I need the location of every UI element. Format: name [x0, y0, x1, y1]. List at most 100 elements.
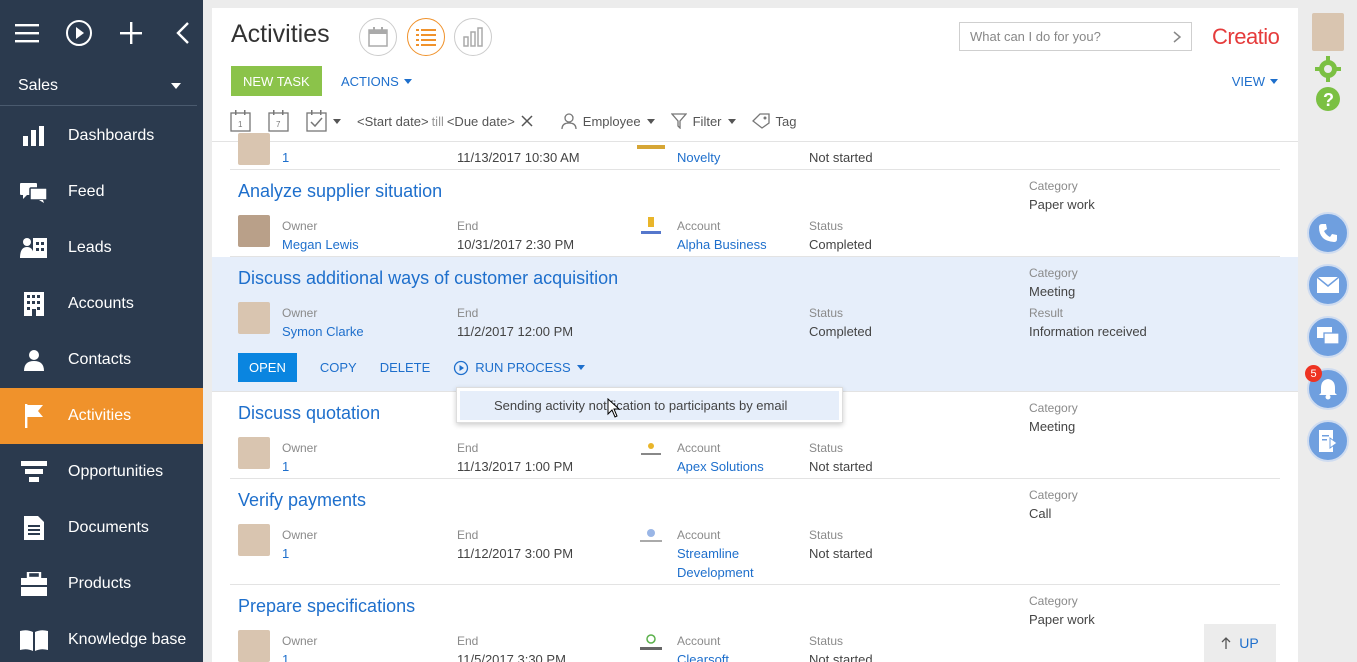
envelope-icon: [1317, 277, 1339, 293]
play-circle-icon: [454, 360, 469, 375]
result-value: Information received: [1029, 324, 1147, 339]
clear-dates-close-icon[interactable]: [521, 115, 533, 127]
activity-title[interactable]: Discuss additional ways of customer acqu…: [238, 268, 618, 289]
sidebar-item-label: Knowledge base: [68, 631, 187, 648]
funnel-icon: [670, 113, 687, 129]
sidebar-item-label: Feed: [68, 183, 105, 200]
account-value-line2[interactable]: Development: [677, 565, 754, 580]
phone-button[interactable]: [1307, 212, 1349, 254]
account-value[interactable]: Apex Solutions: [677, 459, 764, 474]
process-log-button[interactable]: [1307, 420, 1349, 462]
actions-button[interactable]: ACTIONS: [341, 66, 412, 96]
sidebar-item-knowledge-base[interactable]: Knowledge base: [0, 612, 203, 662]
svg-text:?: ?: [1323, 90, 1334, 110]
collapse-chevron-left-icon[interactable]: [168, 18, 198, 48]
owner-value[interactable]: 1: [282, 459, 289, 474]
owner-value[interactable]: Symon Clarke: [282, 324, 364, 339]
activity-title[interactable]: Verify payments: [238, 490, 366, 511]
chevron-down-icon: [403, 78, 412, 84]
account-value[interactable]: Novelty: [677, 150, 720, 165]
category-value: Meeting: [1029, 419, 1076, 434]
workspace-selector[interactable]: Sales: [0, 66, 197, 106]
week-filter-button[interactable]: 7: [268, 110, 290, 132]
sidebar-item-activities[interactable]: Activities: [0, 388, 203, 444]
activity-title[interactable]: Discuss quotation: [238, 403, 380, 424]
email-button[interactable]: [1307, 264, 1349, 306]
tag-button[interactable]: Tag: [751, 113, 796, 129]
account-value[interactable]: Clearsoft: [677, 652, 729, 662]
account-value[interactable]: Streamline: [677, 546, 739, 561]
category-label: Category: [1029, 488, 1078, 502]
sidebar-item-accounts[interactable]: Accounts: [0, 276, 203, 332]
arrow-up-icon: [1221, 637, 1231, 649]
documents-icon: [20, 515, 48, 541]
communication-panel: ? 5: [1300, 0, 1357, 662]
account-value[interactable]: Alpha Business: [677, 237, 767, 252]
owner-value[interactable]: 1: [282, 652, 289, 662]
account-logo-icon: [637, 527, 665, 547]
sidebar-item-products[interactable]: Products: [0, 556, 203, 612]
calendar-check-icon: [306, 110, 327, 132]
avatar: [238, 630, 270, 662]
section-menu: Dashboards Feed Leads Accounts Contacts …: [0, 108, 203, 662]
status-label: Status: [809, 441, 844, 455]
copy-button[interactable]: COPY: [320, 360, 357, 375]
period-filter-button[interactable]: [306, 110, 341, 132]
open-button[interactable]: OPEN: [238, 353, 297, 382]
help-question-icon[interactable]: ?: [1315, 86, 1341, 112]
filter-label: Filter: [692, 113, 722, 129]
view-button[interactable]: VIEW: [1232, 66, 1278, 96]
chevron-down-icon: [646, 118, 655, 124]
feed-button[interactable]: [1307, 316, 1349, 358]
avatar: [238, 524, 270, 556]
creatio-logo: Creatio: [1212, 24, 1280, 49]
end-label: End: [457, 441, 479, 455]
list-item-selected[interactable]: Discuss additional ways of customer acqu…: [212, 257, 1298, 392]
calendar-view-button[interactable]: [359, 18, 397, 56]
activity-title[interactable]: Analyze supplier situation: [238, 181, 442, 202]
settings-gear-icon[interactable]: [1315, 56, 1341, 82]
run-process-dropdown: Sending activity notification to partici…: [456, 387, 843, 423]
scroll-up-button[interactable]: UP: [1204, 624, 1276, 662]
owner-value[interactable]: 1: [282, 150, 289, 165]
hamburger-menu-icon[interactable]: [12, 18, 42, 48]
category-value: Call: [1029, 506, 1052, 521]
chevron-down-icon: [576, 365, 585, 370]
filter-button[interactable]: Filter: [670, 113, 736, 129]
account-label: Account: [677, 634, 721, 648]
add-plus-icon[interactable]: [116, 18, 146, 48]
sidebar-item-dashboards[interactable]: Dashboards: [0, 108, 203, 164]
sidebar-item-opportunities[interactable]: Opportunities: [0, 444, 203, 500]
date-range[interactable]: <Start date> till <Due date>: [357, 114, 515, 129]
sidebar-item-contacts[interactable]: Contacts: [0, 332, 203, 388]
employee-filter[interactable]: Employee: [561, 113, 655, 129]
end-value: 11/5/2017 3:30 PM: [457, 652, 566, 662]
list-item[interactable]: 1 11/13/2017 10:30 AM Novelty Not starte…: [230, 133, 1280, 170]
activity-title[interactable]: Prepare specifications: [238, 596, 415, 617]
end-label: End: [457, 528, 479, 542]
delete-button[interactable]: DELETE: [380, 360, 431, 375]
user-profile-avatar[interactable]: [1312, 13, 1344, 51]
sidebar-item-documents[interactable]: Documents: [0, 500, 203, 556]
phone-icon: [1319, 224, 1337, 242]
sidebar-item-feed[interactable]: Feed: [0, 164, 203, 220]
owner-label: Owner: [282, 306, 318, 320]
owner-value[interactable]: 1: [282, 546, 289, 561]
new-task-button[interactable]: NEW TASK: [231, 66, 322, 96]
sidebar-item-leads[interactable]: Leads: [0, 220, 203, 276]
list-item[interactable]: Verify payments Owner 1 End 11/12/2017 3…: [230, 479, 1280, 585]
contacts-person-icon: [20, 347, 48, 373]
activities-flag-icon: [20, 403, 48, 429]
analytics-view-button[interactable]: [454, 18, 492, 56]
day-filter-button[interactable]: 1: [230, 110, 252, 132]
owner-label: Owner: [282, 634, 318, 648]
list-view-button[interactable]: [407, 18, 445, 56]
sidebar-item-label: Dashboards: [68, 127, 155, 144]
command-search-input[interactable]: What can I do for you?: [959, 22, 1192, 51]
run-process-button[interactable]: RUN PROCESS: [453, 360, 585, 376]
owner-value[interactable]: Megan Lewis: [282, 237, 359, 252]
process-menu-item[interactable]: Sending activity notification to partici…: [460, 391, 839, 420]
list-item[interactable]: Prepare specifications Owner 1 End 11/5/…: [230, 585, 1280, 662]
list-item[interactable]: Analyze supplier situation Owner Megan L…: [230, 170, 1280, 257]
run-process-play-icon[interactable]: [64, 18, 94, 48]
